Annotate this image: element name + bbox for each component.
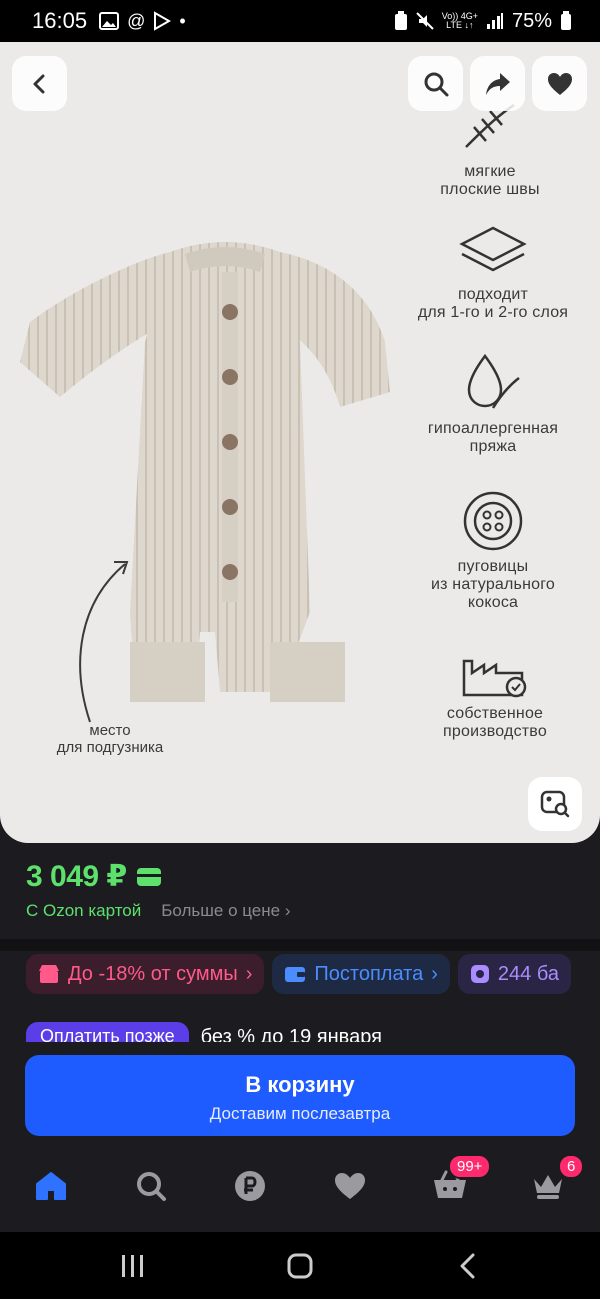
heart-icon [547, 72, 572, 95]
search-icon [137, 1172, 166, 1201]
search-icon [424, 72, 448, 96]
at-icon: @ [127, 10, 146, 31]
status-left-icons: @ • [99, 11, 186, 32]
profile-badge: 6 [558, 1154, 585, 1179]
feature-label: мягкие плоские швы [440, 163, 540, 198]
back-icon [460, 1253, 475, 1279]
postpay-chip[interactable]: Постоплата › [272, 954, 450, 994]
price-sub: С Ozon картой Больше о цене › [26, 901, 291, 921]
drop-leaf-icon [467, 353, 520, 409]
dot-icon: • [179, 10, 186, 31]
store-icon [39, 965, 59, 983]
home-square-icon [287, 1253, 313, 1279]
heart-icon [335, 1173, 365, 1199]
pay-later-row[interactable]: Оплатить позже без % до 19 января [26, 1022, 382, 1042]
product-screen: 16:05 @ • Vo)) 4G+ LTE ↓↑ 75% место для … [0, 0, 600, 1299]
gallery-icon [99, 12, 120, 30]
bottom-nav: 99+ 6 [0, 1152, 600, 1232]
cart-panel: В корзину Доставим послезавтра [0, 1042, 600, 1152]
add-to-cart-button[interactable]: В корзину Доставим послезавтра [25, 1055, 575, 1136]
wallet-icon [285, 967, 306, 982]
share-icon [485, 72, 510, 95]
cart-button-title: В корзину [245, 1072, 355, 1097]
system-back-button[interactable] [452, 1250, 484, 1282]
favorite-button[interactable] [532, 56, 587, 111]
network-indicator: Vo)) 4G+ LTE ↓↑ [441, 11, 478, 30]
home-system-button[interactable] [284, 1250, 316, 1282]
price: 3 049 ₽ [26, 860, 127, 893]
feature-label: пуговицы из натурального кокоса [430, 558, 555, 611]
battery-saver-icon [394, 11, 407, 30]
cart-button-subtitle: Доставим послезавтра [209, 1104, 391, 1123]
feature-own-production: собственное производство [405, 647, 585, 741]
system-nav [0, 1232, 600, 1299]
more-about-price-link[interactable]: Больше о цене › [161, 901, 290, 921]
points-chip[interactable]: 244 ба [457, 954, 571, 994]
nav-search[interactable] [131, 1166, 171, 1206]
visual-search-button[interactable] [528, 777, 582, 831]
mute-icon [415, 12, 434, 30]
image-search-icon [540, 790, 570, 818]
battery-percent: 75% [511, 9, 552, 32]
feature-soft-seams: мягкие плоские швы [410, 97, 570, 199]
search-button[interactable] [408, 56, 463, 111]
recents-icon [122, 1255, 143, 1277]
discount-chip[interactable]: До -18% от суммы › [26, 954, 265, 994]
feature-label: подходит для 1-го и 2-го слоя [417, 286, 569, 321]
arrow-icon [79, 561, 129, 723]
feature-label: собственное производство [443, 705, 547, 740]
status-right: Vo)) 4G+ LTE ↓↑ 75% [394, 10, 572, 33]
chevron-right-icon: › [431, 962, 438, 985]
chevron-left-icon [33, 74, 44, 93]
factory-icon [462, 659, 527, 698]
divider [0, 939, 600, 951]
ozon-card-label: С Ozon картой [26, 901, 142, 920]
battery-icon [561, 11, 571, 30]
play-store-icon [154, 11, 172, 31]
back-button[interactable] [12, 56, 67, 111]
ozon-card-icon [136, 867, 161, 886]
feature-hypoallergenic: гипоаллергенная пряжа [398, 352, 588, 456]
layers-icon [459, 226, 527, 272]
home-icon [36, 1172, 66, 1200]
status-time: 16:05 [32, 8, 88, 33]
price-row: 3 049 ₽ [26, 859, 161, 894]
feature-layers: подходит для 1-го и 2-го слоя [393, 224, 593, 322]
price-area: 3 049 ₽ С Ozon картой Больше о цене › [0, 843, 600, 939]
promo-chips: До -18% от суммы › Постоплата › 244 ба [26, 954, 571, 994]
pay-later-badge: Оплатить позже [26, 1022, 189, 1042]
feature-label: гипоаллергенная пряжа [427, 420, 559, 455]
nav-finance[interactable] [230, 1166, 270, 1206]
ruble-icon [235, 1171, 265, 1201]
feature-coconut-buttons: пуговицы из натурального кокоса [398, 490, 588, 612]
recents-button[interactable] [117, 1250, 149, 1282]
status-bar: 16:05 @ • Vo)) 4G+ LTE ↓↑ 75% [0, 0, 600, 42]
nav-favorites[interactable] [330, 1166, 370, 1206]
product-image[interactable]: место для подгузника мягкие плоские швы … [0, 42, 600, 843]
points-icon [470, 965, 489, 983]
button-icon [463, 491, 523, 551]
nav-home[interactable] [31, 1166, 71, 1206]
cart-badge: 99+ [448, 1154, 492, 1179]
signal-icon [486, 13, 503, 29]
pay-later-text: без % до 19 января [200, 1026, 382, 1042]
crown-icon [534, 1175, 562, 1199]
share-button[interactable] [470, 56, 525, 111]
diaper-note: место для подгузника [56, 722, 164, 756]
chevron-right-icon: › [245, 962, 253, 985]
chevron-right-icon: › [284, 901, 291, 920]
